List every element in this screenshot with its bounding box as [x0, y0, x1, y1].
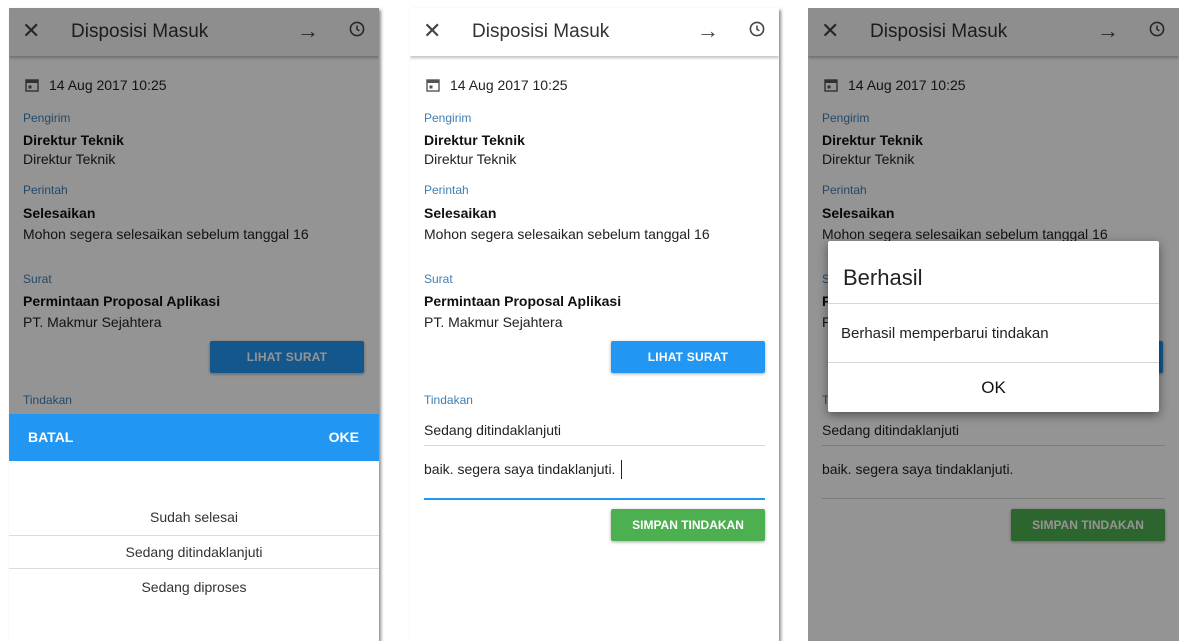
picker-divider	[9, 535, 379, 536]
tindakan-select[interactable]: Sedang ditindaklanjuti	[424, 422, 561, 439]
perintah-label: Perintah	[424, 183, 469, 197]
success-dialog: Berhasil Berhasil memperbarui tindakan O…	[828, 241, 1159, 412]
screen-tindakan-edit: ✕ Disposisi Masuk → 14 Aug 2017 10:25 Pe…	[410, 8, 779, 641]
tindakan-label: Tindakan	[424, 393, 473, 407]
dialog-title: Berhasil	[843, 265, 923, 290]
history-icon[interactable]	[749, 21, 765, 37]
picker-divider	[9, 568, 379, 569]
pengirim-label: Pengirim	[424, 111, 472, 125]
pengirim-name: Direktur Teknik	[424, 132, 525, 148]
note-underline	[424, 498, 765, 500]
pengirim-position: Direktur Teknik	[424, 151, 517, 167]
surat-company: PT. Makmur Sejahtera	[424, 314, 563, 330]
picker-cancel-button[interactable]: BATAL	[28, 429, 73, 445]
picker-option[interactable]: Sedang diproses	[9, 574, 379, 600]
screen-success-dialog: ✕ Disposisi Masuk → 14 Aug 2017 10:25 Pe…	[808, 8, 1179, 641]
dialog-divider	[828, 303, 1159, 304]
app-bar: ✕ Disposisi Masuk →	[410, 8, 779, 56]
perintah-note: Mohon segera selesaikan sebelum tanggal …	[424, 226, 710, 242]
close-icon[interactable]: ✕	[423, 18, 441, 44]
picker-option[interactable]: Sudah selesai	[9, 504, 379, 530]
tindakan-underline	[424, 445, 765, 446]
date-text: 14 Aug 2017 10:25	[450, 77, 568, 93]
picker-option-selected[interactable]: Sedang ditindaklanjuti	[9, 539, 379, 565]
note-textarea[interactable]: baik. segera saya tindaklanjuti.	[424, 461, 615, 478]
dialog-divider	[828, 362, 1159, 363]
dialog-message: Berhasil memperbarui tindakan	[841, 325, 1049, 342]
calendar-icon	[426, 79, 440, 92]
simpan-tindakan-button[interactable]: SIMPAN TINDAKAN	[611, 509, 765, 541]
text-cursor	[621, 460, 622, 479]
picker-list[interactable]: Sudah selesai Sedang ditindaklanjuti Sed…	[9, 461, 379, 641]
lihat-surat-button[interactable]: LIHAT SURAT	[611, 341, 765, 373]
page-title: Disposisi Masuk	[472, 21, 610, 42]
perintah-title: Selesaikan	[424, 205, 497, 221]
surat-label: Surat	[424, 272, 453, 286]
picker-toolbar: BATAL OKE	[9, 414, 379, 461]
dialog-ok-button[interactable]: OK	[828, 378, 1159, 398]
picker-ok-button[interactable]: OKE	[329, 429, 359, 445]
arrow-forward-icon[interactable]: →	[697, 18, 719, 44]
screen-tindakan-picker: ✕ Disposisi Masuk → 14 Aug 2017 10:25 Pe…	[9, 8, 379, 641]
surat-title: Permintaan Proposal Aplikasi	[424, 293, 622, 309]
